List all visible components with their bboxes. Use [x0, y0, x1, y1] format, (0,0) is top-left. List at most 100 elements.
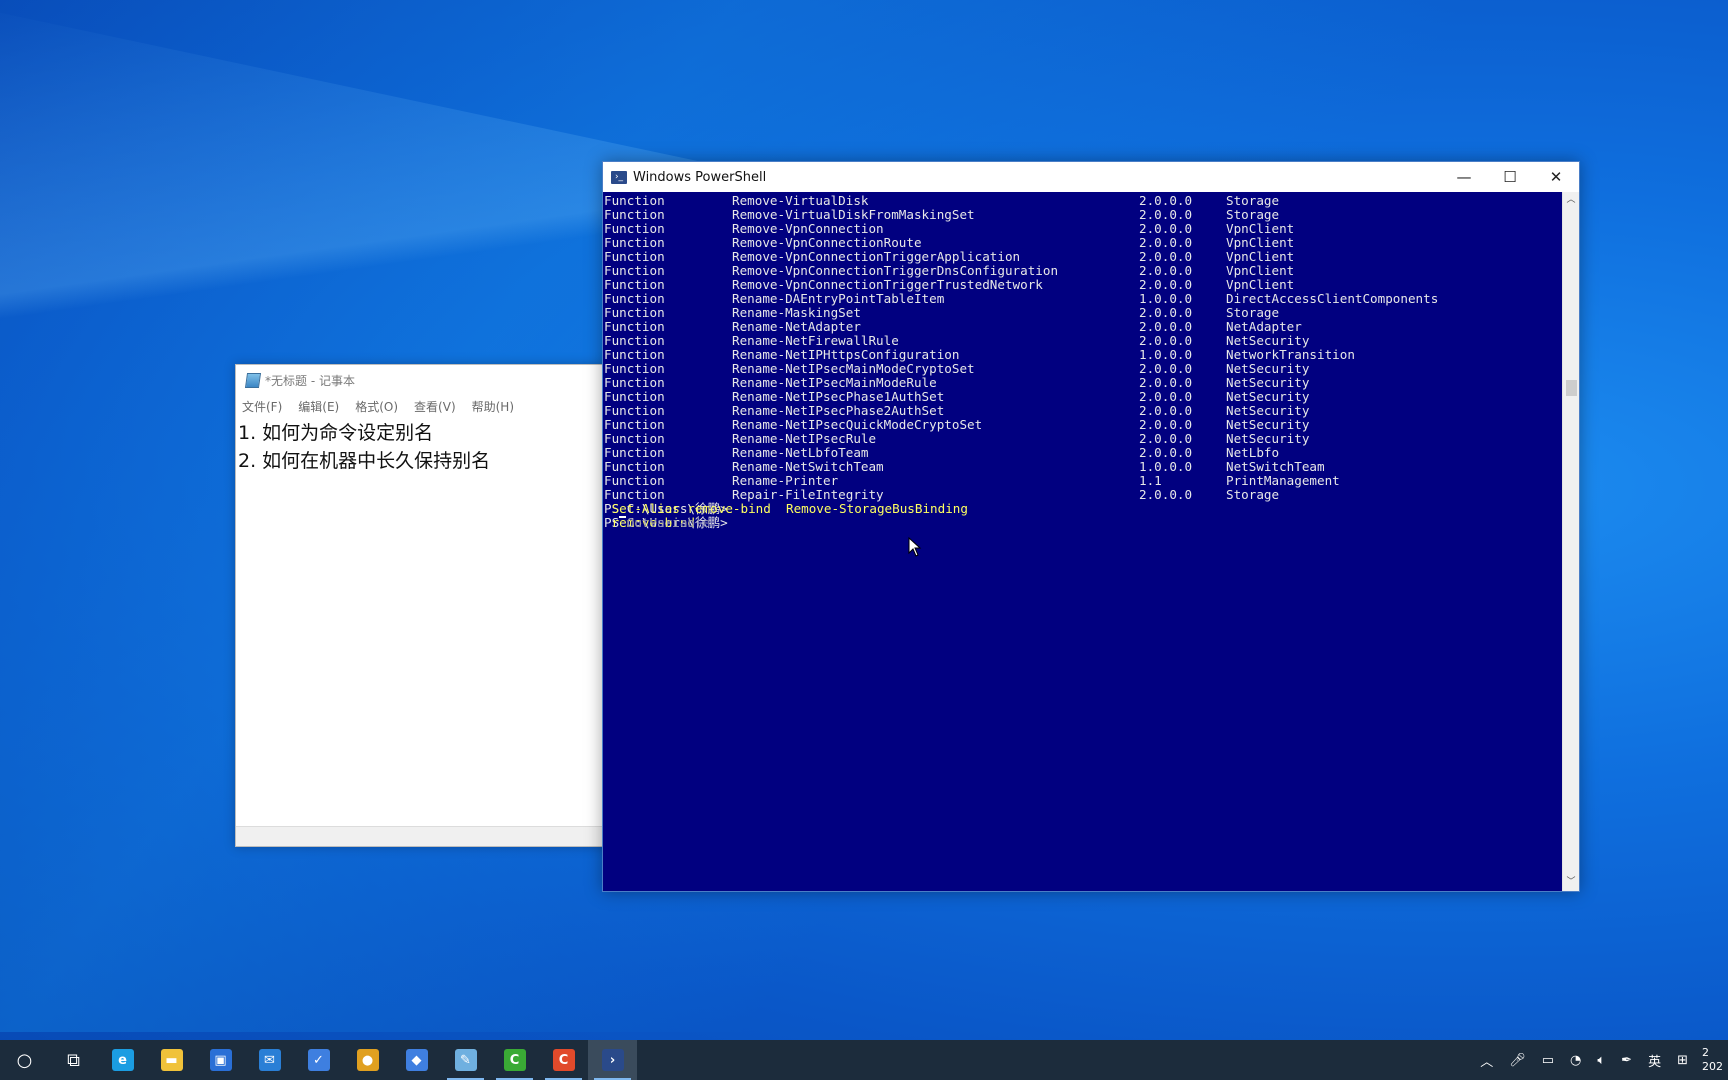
cell-type: Function	[604, 249, 665, 264]
notepad-title: *无标题 - 记事本	[265, 373, 355, 388]
cell-source: NetSecurity	[1226, 417, 1310, 432]
close-button[interactable]: ✕	[1533, 162, 1579, 192]
cell-source: VpnClient	[1226, 277, 1295, 292]
console-row: Function Rename-NetIPsecPhase2AuthSet 2.0.…	[603, 404, 1562, 418]
cell-version: 1.0.0.0	[1139, 347, 1193, 362]
menu-view[interactable]: 查看(V)	[414, 398, 456, 415]
cell-version: 2.0.0.0	[1139, 277, 1193, 292]
cell-type: Function	[604, 487, 665, 502]
text-cursor	[619, 516, 627, 518]
cell-source: NetSecurity	[1226, 333, 1310, 348]
powershell-app[interactable]: ›	[588, 1040, 637, 1080]
powershell-window[interactable]: ›_ Windows PowerShell — ☐ ✕ Function Remo…	[602, 161, 1580, 892]
wifi-icon[interactable]: ◔	[1570, 1053, 1581, 1068]
camtasia-recorder-app[interactable]: C	[539, 1040, 588, 1080]
maximize-button[interactable]: ☐	[1487, 162, 1533, 192]
notepad-line: 1. 如何为命令设定别名	[238, 422, 434, 444]
cell-name: Rename-NetIPsecPhase1AuthSet	[732, 389, 945, 404]
cell-version: 2.0.0.0	[1139, 417, 1193, 432]
cell-source: Storage	[1226, 207, 1280, 222]
scrollbar-thumb[interactable]	[1566, 380, 1577, 396]
cell-type: Function	[604, 263, 665, 278]
cell-version: 1.0.0.0	[1139, 291, 1193, 306]
cell-version: 2.0.0.0	[1139, 263, 1193, 278]
console-row: Function Remove-VpnConnection 2.0.0.0 VpnCl…	[603, 222, 1562, 236]
clock[interactable]: 2 202	[1702, 1046, 1728, 1074]
console-row: Function Remove-VpnConnectionTriggerAppli…	[603, 250, 1562, 264]
cell-type: Function	[604, 333, 665, 348]
console-row: Function Rename-MaskingSet 2.0.0.0 Storage	[603, 306, 1562, 320]
cell-source: NetworkTransition	[1226, 347, 1355, 362]
menu-edit[interactable]: 编辑(E)	[298, 398, 339, 415]
notepad-line: 2. 如何在机器中长久保持别名	[238, 450, 491, 472]
start-icon: ○	[16, 1049, 33, 1071]
cell-source: DirectAccessClientComponents	[1226, 291, 1439, 306]
cell-name: Remove-VirtualDisk	[732, 193, 869, 208]
mail-icon: ✉	[258, 1049, 281, 1071]
cell-version: 2.0.0.0	[1139, 431, 1193, 446]
cell-version: 2.0.0.0	[1139, 375, 1193, 390]
powershell-title: Windows PowerShell	[633, 169, 767, 185]
start-button[interactable]: ○	[0, 1040, 49, 1080]
console-row: Function Rename-NetIPsecMainModeRule 2.0.0…	[603, 376, 1562, 390]
cell-type: Function	[604, 459, 665, 474]
show-hidden-icons-icon[interactable]: ︿	[1480, 1051, 1493, 1070]
file-explorer-app[interactable]: ▬	[147, 1040, 196, 1080]
notepad-titlebar[interactable]: *无标题 - 记事本	[236, 365, 634, 395]
notepad-text-area[interactable]: 1. 如何为命令设定别名 2. 如何在机器中长久保持别名	[236, 417, 634, 477]
menu-help[interactable]: 帮助(H)	[472, 398, 514, 415]
feishu-icon: ✓	[307, 1049, 330, 1071]
cell-source: Storage	[1226, 193, 1280, 208]
volume-icon[interactable]: 🔈︎	[1597, 1053, 1605, 1068]
system-tray: ︿ 🎤︎ ▭ ◔ 🔈︎ ✒ 英 ⊞ 2 202	[1472, 1040, 1728, 1080]
mail-app[interactable]: ✉	[245, 1040, 294, 1080]
feather-app[interactable]: ◆	[392, 1040, 441, 1080]
cell-name: Remove-VirtualDiskFromMaskingSet	[732, 207, 975, 222]
console-output: Function Remove-VirtualDisk 2.0.0.0 Storage…	[603, 192, 1562, 530]
keyboard-layout-icon[interactable]: ⊞	[1677, 1053, 1688, 1068]
task-view-button[interactable]: ⧉	[49, 1040, 98, 1080]
cell-type: Function	[604, 417, 665, 432]
cell-type: Function	[604, 235, 665, 250]
console-row: Function Remove-VirtualDiskFromMaskingSet…	[603, 208, 1562, 222]
minimize-button[interactable]: —	[1441, 162, 1487, 192]
vertical-scrollbar[interactable]: ︿ ﹀	[1562, 192, 1579, 891]
powershell-console[interactable]: Function Remove-VirtualDisk 2.0.0.0 Storage…	[603, 192, 1562, 891]
microphone-icon[interactable]: 🎤︎	[1509, 1053, 1526, 1068]
edge-app[interactable]: e	[98, 1040, 147, 1080]
cell-name: Rename-NetIPsecQuickModeCryptoSet	[732, 417, 983, 432]
battery-icon[interactable]: ▭	[1542, 1053, 1554, 1068]
pen-icon[interactable]: ✒	[1621, 1053, 1632, 1068]
camtasia-app[interactable]: C	[490, 1040, 539, 1080]
cell-version: 2.0.0.0	[1139, 319, 1193, 334]
cell-version: 2.0.0.0	[1139, 333, 1193, 348]
cell-source: VpnClient	[1226, 221, 1295, 236]
menu-format[interactable]: 格式(O)	[355, 398, 398, 415]
camtasia-recorder-icon: C	[552, 1049, 575, 1071]
cell-version: 2.0.0.0	[1139, 445, 1193, 460]
cell-source: NetAdapter	[1226, 319, 1302, 334]
command-line[interactable]: PS C:\Users\徐鹏> remove-bind -OutVariable	[603, 516, 1562, 530]
cell-version: 2.0.0.0	[1139, 221, 1193, 236]
menu-file[interactable]: 文件(F)	[242, 398, 282, 415]
console-row: Function Remove-VpnConnectionTriggerTrust…	[603, 278, 1562, 292]
powershell-icon: ›	[601, 1049, 624, 1071]
store-app[interactable]: ▣	[196, 1040, 245, 1080]
input-method-indicator[interactable]: 英	[1648, 1051, 1661, 1070]
cell-type: Function	[604, 473, 665, 488]
scroll-up-icon[interactable]: ︿	[1563, 192, 1579, 209]
console-row: Function Rename-DAEntryPointTableItem 1.0.…	[603, 292, 1562, 306]
powershell-titlebar[interactable]: ›_ Windows PowerShell — ☐ ✕	[603, 162, 1579, 192]
command-line: PS C:\Users\徐鹏> Set-Alias remove-bind Re…	[603, 502, 1562, 516]
feishu-app[interactable]: ✓	[294, 1040, 343, 1080]
notepad-app[interactable]: ✎	[441, 1040, 490, 1080]
chrome-app[interactable]: ●	[343, 1040, 392, 1080]
cell-source: PrintManagement	[1226, 473, 1340, 488]
cell-version: 1.0.0.0	[1139, 459, 1193, 474]
taskbar: ○ ⧉ e ▬ ▣ ✉ ✓ ● ◆ ✎ C C › ︿ 🎤︎ ▭ ◔ 🔈︎ ✒ 英 ⊞ 2 202	[0, 1040, 1728, 1080]
cell-name: Rename-Printer	[732, 473, 839, 488]
cell-version: 2.0.0.0	[1139, 305, 1193, 320]
notepad-window[interactable]: *无标题 - 记事本 文件(F) 编辑(E) 格式(O) 查看(V) 帮助(H)…	[235, 364, 635, 847]
scroll-down-icon[interactable]: ﹀	[1563, 874, 1579, 891]
notepad-menubar: 文件(F) 编辑(E) 格式(O) 查看(V) 帮助(H)	[236, 395, 634, 417]
